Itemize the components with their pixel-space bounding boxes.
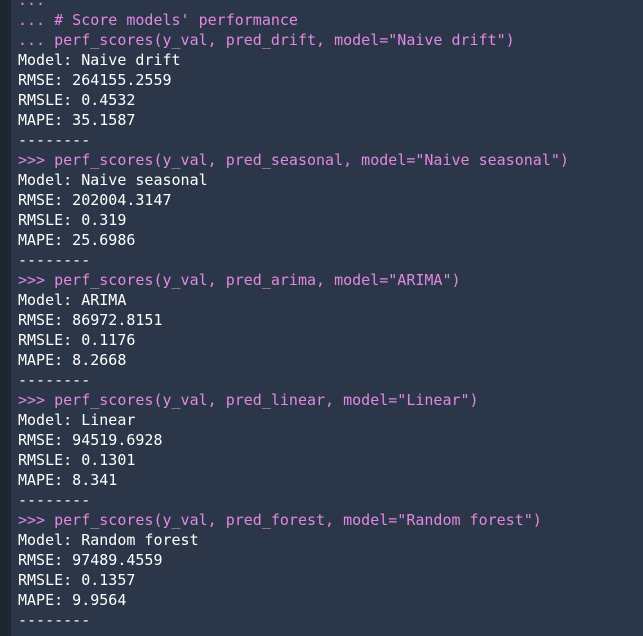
- console-output-line: RMSE: 264155.2559: [18, 71, 172, 89]
- console-output-line: MAPE: 25.6986: [18, 231, 136, 249]
- console-output-line: --------: [18, 491, 91, 509]
- console-output-line: RMSLE: 0.319: [18, 211, 127, 229]
- console-command-line: ... # Score models' performance: [18, 11, 298, 29]
- console-output-line: MAPE: 8.2668: [18, 351, 127, 369]
- console-output-line: RMSLE: 0.1176: [18, 331, 136, 349]
- console-output-line: Model: Random forest: [18, 531, 199, 549]
- console-output-line: --------: [18, 371, 91, 389]
- console-command-line: >>> perf_scores(y_val, pred_forest, mode…: [18, 511, 542, 529]
- console-output-line: MAPE: 8.341: [18, 471, 118, 489]
- console-output-line: RMSE: 86972.8151: [18, 311, 163, 329]
- console-command-line: >>> perf_scores(y_val, pred_linear, mode…: [18, 391, 479, 409]
- console-output-line: Model: ARIMA: [18, 291, 127, 309]
- console-output[interactable]: ... ... # Score models' performance ... pe…: [18, 0, 643, 630]
- console-output-line: RMSLE: 0.4532: [18, 91, 136, 109]
- console-output-line: Model: Naive seasonal: [18, 171, 208, 189]
- console-output-line: --------: [18, 611, 91, 629]
- console-output-line: MAPE: 9.9564: [18, 591, 127, 609]
- editor-gutter: [0, 0, 11, 636]
- console-output-line: Model: Naive drift: [18, 51, 181, 69]
- console-command-line: >>> perf_scores(y_val, pred_arima, model…: [18, 271, 461, 289]
- console-output-line: RMSE: 97489.4559: [18, 551, 163, 569]
- console-command-line: ...: [18, 0, 46, 9]
- console-command-line: >>> perf_scores(y_val, pred_seasonal, mo…: [18, 151, 569, 169]
- console-output-line: Model: Linear: [18, 411, 136, 429]
- console-command-line: ... perf_scores(y_val, pred_drift, model…: [18, 31, 515, 49]
- console-output-line: --------: [18, 131, 91, 149]
- console-output-line: RMSE: 202004.3147: [18, 191, 172, 209]
- console-output-line: MAPE: 35.1587: [18, 111, 136, 129]
- console-output-line: RMSLE: 0.1357: [18, 571, 136, 589]
- console-output-line: RMSLE: 0.1301: [18, 451, 136, 469]
- console-output-line: RMSE: 94519.6928: [18, 431, 163, 449]
- console-output-line: --------: [18, 251, 91, 269]
